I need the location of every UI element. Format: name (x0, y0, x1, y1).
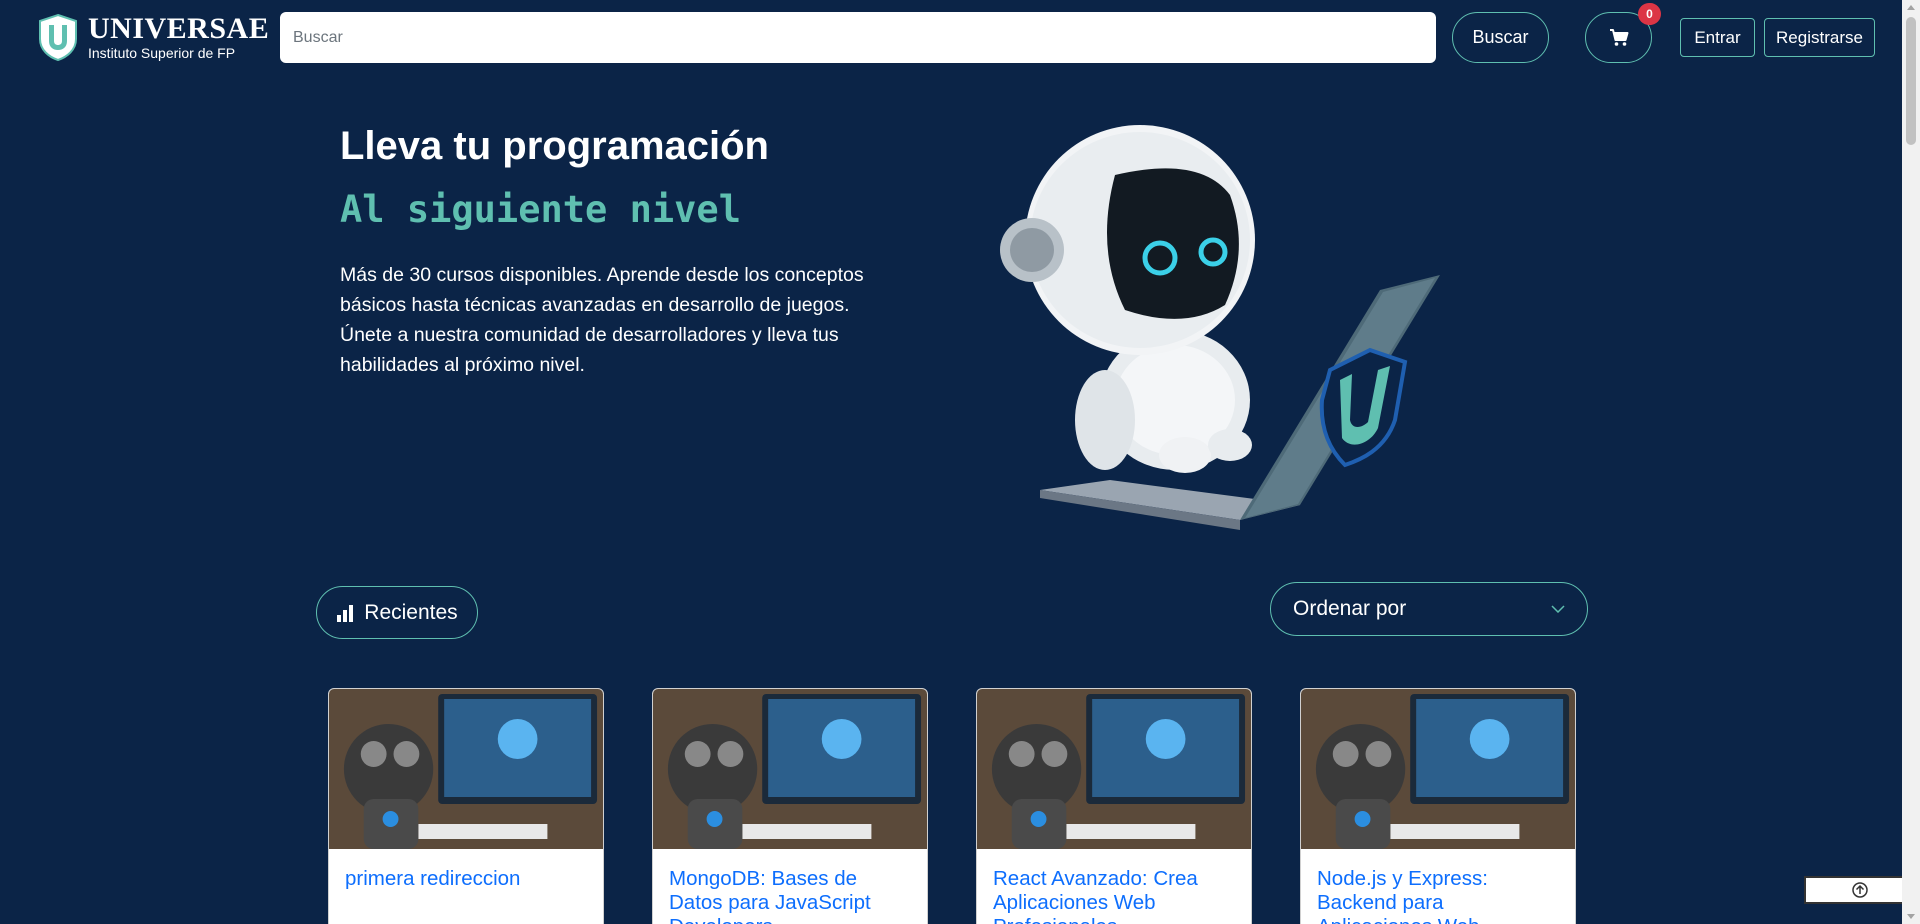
navbar: UNIVERSAE Instituto Superior de FP Busca… (0, 0, 1902, 75)
hero-subtitle: Al siguiente nivel (340, 188, 741, 231)
course-card[interactable]: Node.js y Express: Backend para Aplicaci… (1300, 688, 1576, 924)
login-button[interactable]: Entrar (1680, 18, 1755, 57)
shield-logo-icon (39, 13, 77, 61)
back-to-top-button[interactable] (1804, 876, 1916, 904)
hero-description: Más de 30 cursos disponibles. Aprende de… (340, 264, 864, 376)
register-button[interactable]: Registrarse (1764, 18, 1875, 57)
brand-title: UNIVERSAE (88, 12, 270, 45)
bar-chart-icon (337, 604, 354, 622)
recent-filter-button[interactable]: Recientes (316, 586, 478, 639)
brand-logo[interactable]: UNIVERSAE Instituto Superior de FP (36, 12, 269, 62)
course-thumbnail (977, 689, 1251, 849)
hero-title: Lleva tu programación (340, 124, 769, 168)
robot-laptop-illustration (1000, 125, 1440, 530)
course-card[interactable]: MongoDB: Bases de Datos para JavaScript … (652, 688, 928, 924)
brand-subtitle: Instituto Superior de FP (88, 45, 236, 61)
sort-select[interactable]: Ordenar por (1270, 582, 1588, 636)
course-title[interactable]: React Avanzado: Crea Aplicaciones Web Pr… (977, 849, 1251, 924)
arrow-up-circle-icon (1852, 882, 1868, 898)
sort-select-label: Ordenar por (1293, 597, 1407, 620)
search-button[interactable]: Buscar (1452, 12, 1549, 63)
cart-count-badge: 0 (1638, 3, 1661, 25)
page-scrollbar[interactable] (1902, 0, 1920, 924)
brand-text: UNIVERSAE Instituto Superior de FP (88, 12, 270, 61)
scroll-down-arrow-icon[interactable] (1907, 914, 1915, 919)
course-thumbnail (1301, 689, 1575, 849)
course-card[interactable]: primera redireccion (328, 688, 604, 924)
search-input[interactable] (280, 12, 1436, 63)
chevron-down-icon (1551, 605, 1565, 613)
course-title[interactable]: primera redireccion (329, 849, 603, 891)
recent-filter-label: Recientes (364, 600, 458, 624)
course-title[interactable]: Node.js y Express: Backend para Aplicaci… (1301, 849, 1575, 924)
course-thumbnail (653, 689, 927, 849)
course-thumbnail (329, 689, 603, 849)
course-title[interactable]: MongoDB: Bases de Datos para JavaScript … (653, 849, 927, 924)
scroll-up-arrow-icon[interactable] (1907, 5, 1915, 10)
cart-icon (1609, 28, 1628, 46)
course-card[interactable]: React Avanzado: Crea Aplicaciones Web Pr… (976, 688, 1252, 924)
scroll-thumb[interactable] (1906, 17, 1916, 145)
